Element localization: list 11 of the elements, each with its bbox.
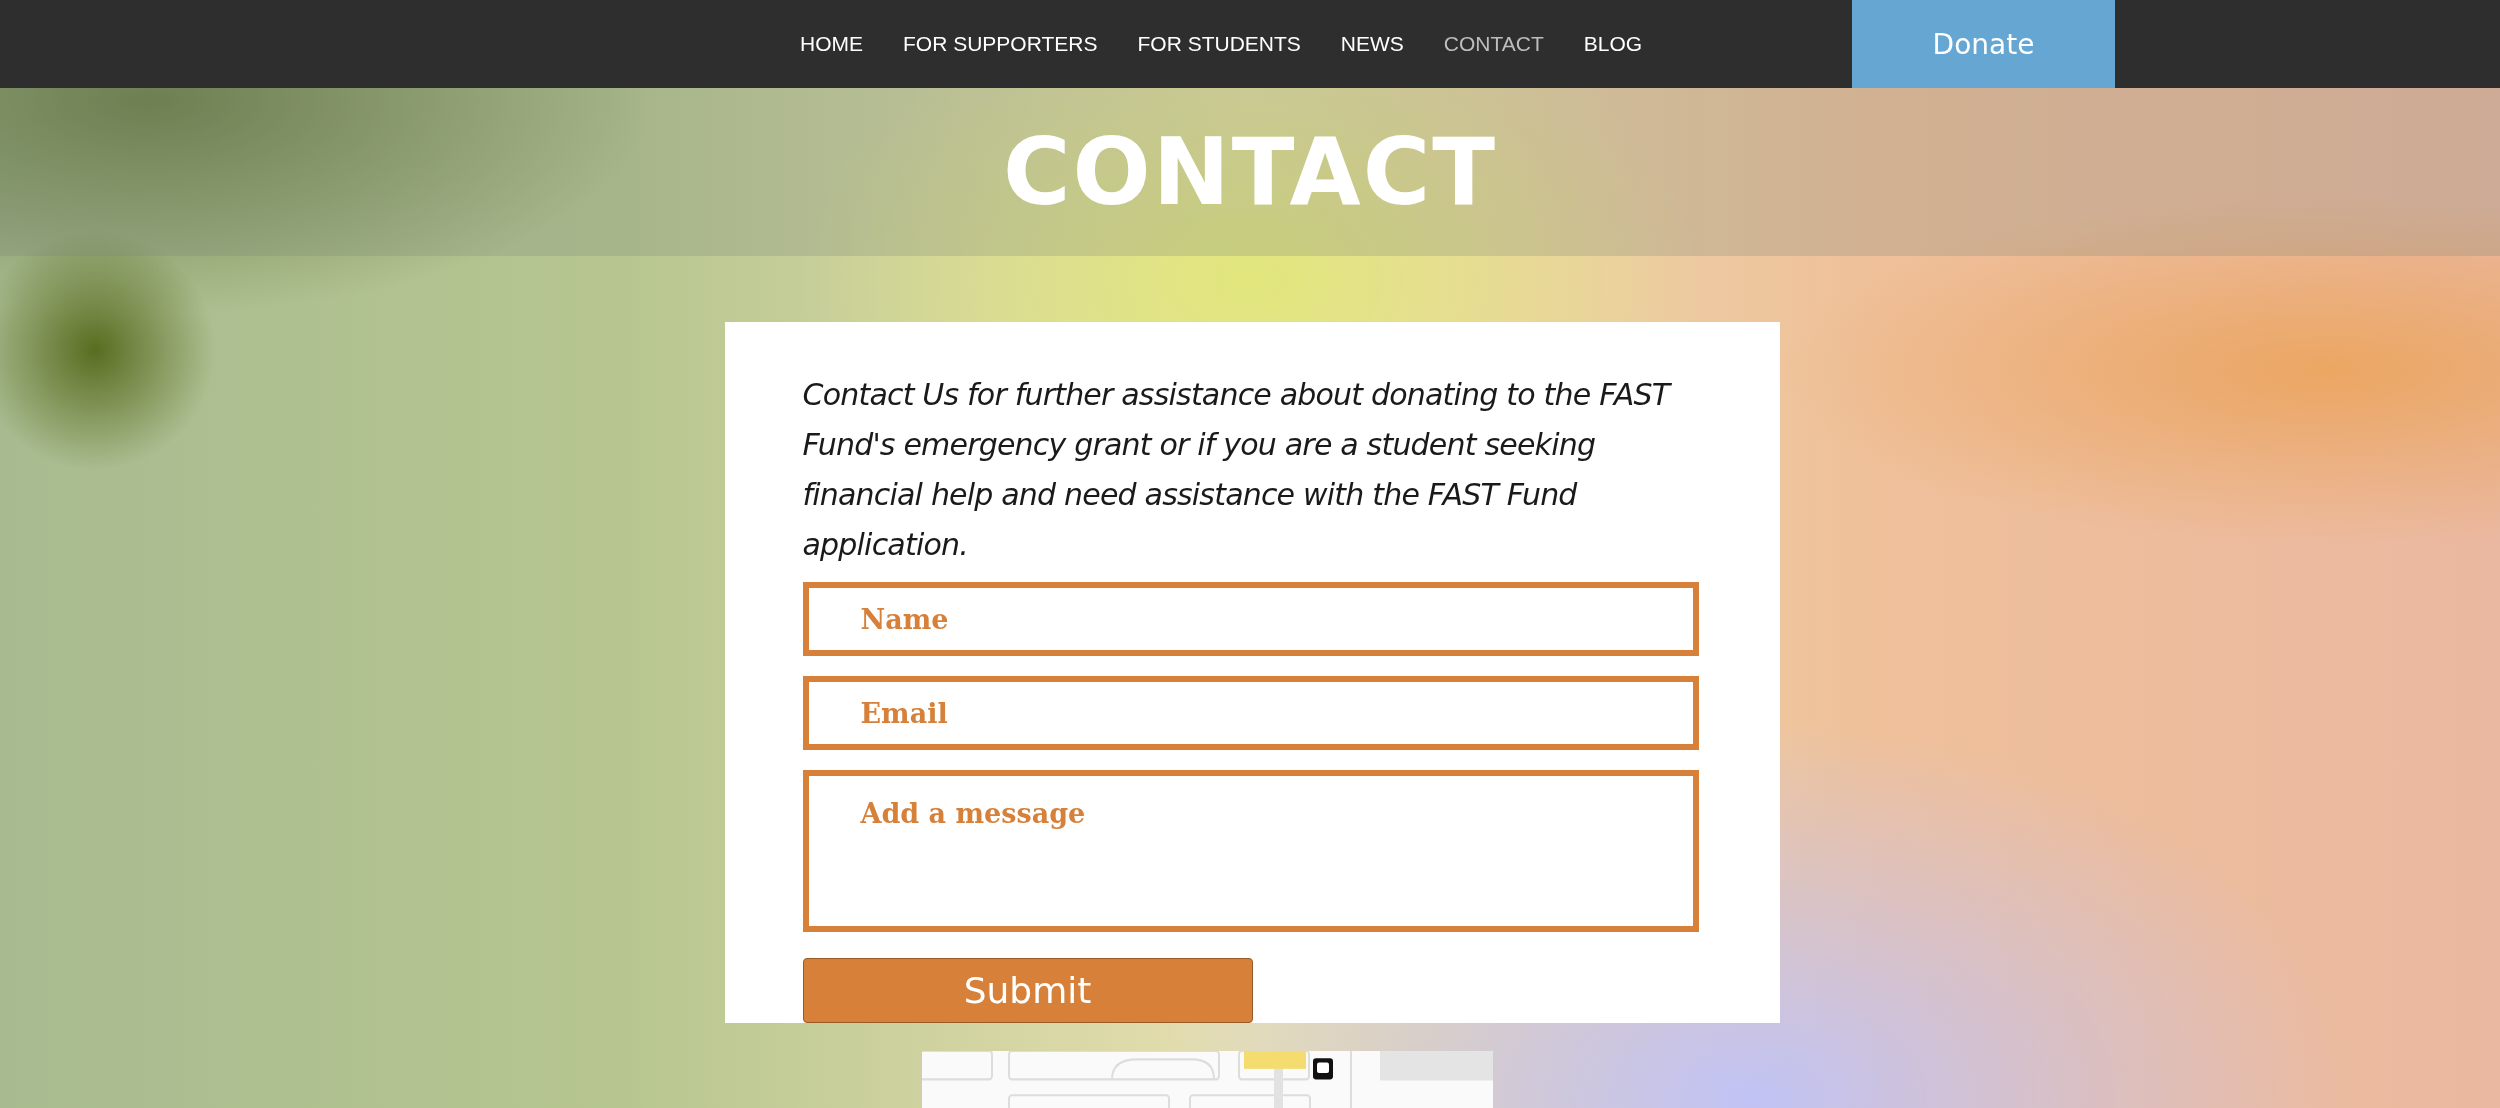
intro-text: Contact Us for further assistance about donating to the FAST Fund's emergency grant or if you are a student seeking financial help and need assistance with the FAST Fund application. bbox=[802, 376, 1673, 564]
nav-link[interactable]: FOR SUPPORTERS bbox=[903, 32, 1098, 56]
message-field[interactable]: Add a message bbox=[802, 770, 1699, 932]
text-field[interactable]: Name bbox=[802, 582, 1699, 657]
page-title: CONTACT bbox=[1003, 118, 1497, 226]
nav-link[interactable]: CONTACT bbox=[1443, 32, 1544, 56]
nav-link[interactable]: NEWS bbox=[1340, 32, 1404, 56]
text-field[interactable]: Email bbox=[802, 676, 1699, 751]
nav-link[interactable]: HOME bbox=[800, 32, 863, 56]
nav-link[interactable]: FOR STUDENTS bbox=[1137, 32, 1301, 56]
nav-link[interactable]: BLOG bbox=[1583, 32, 1643, 56]
